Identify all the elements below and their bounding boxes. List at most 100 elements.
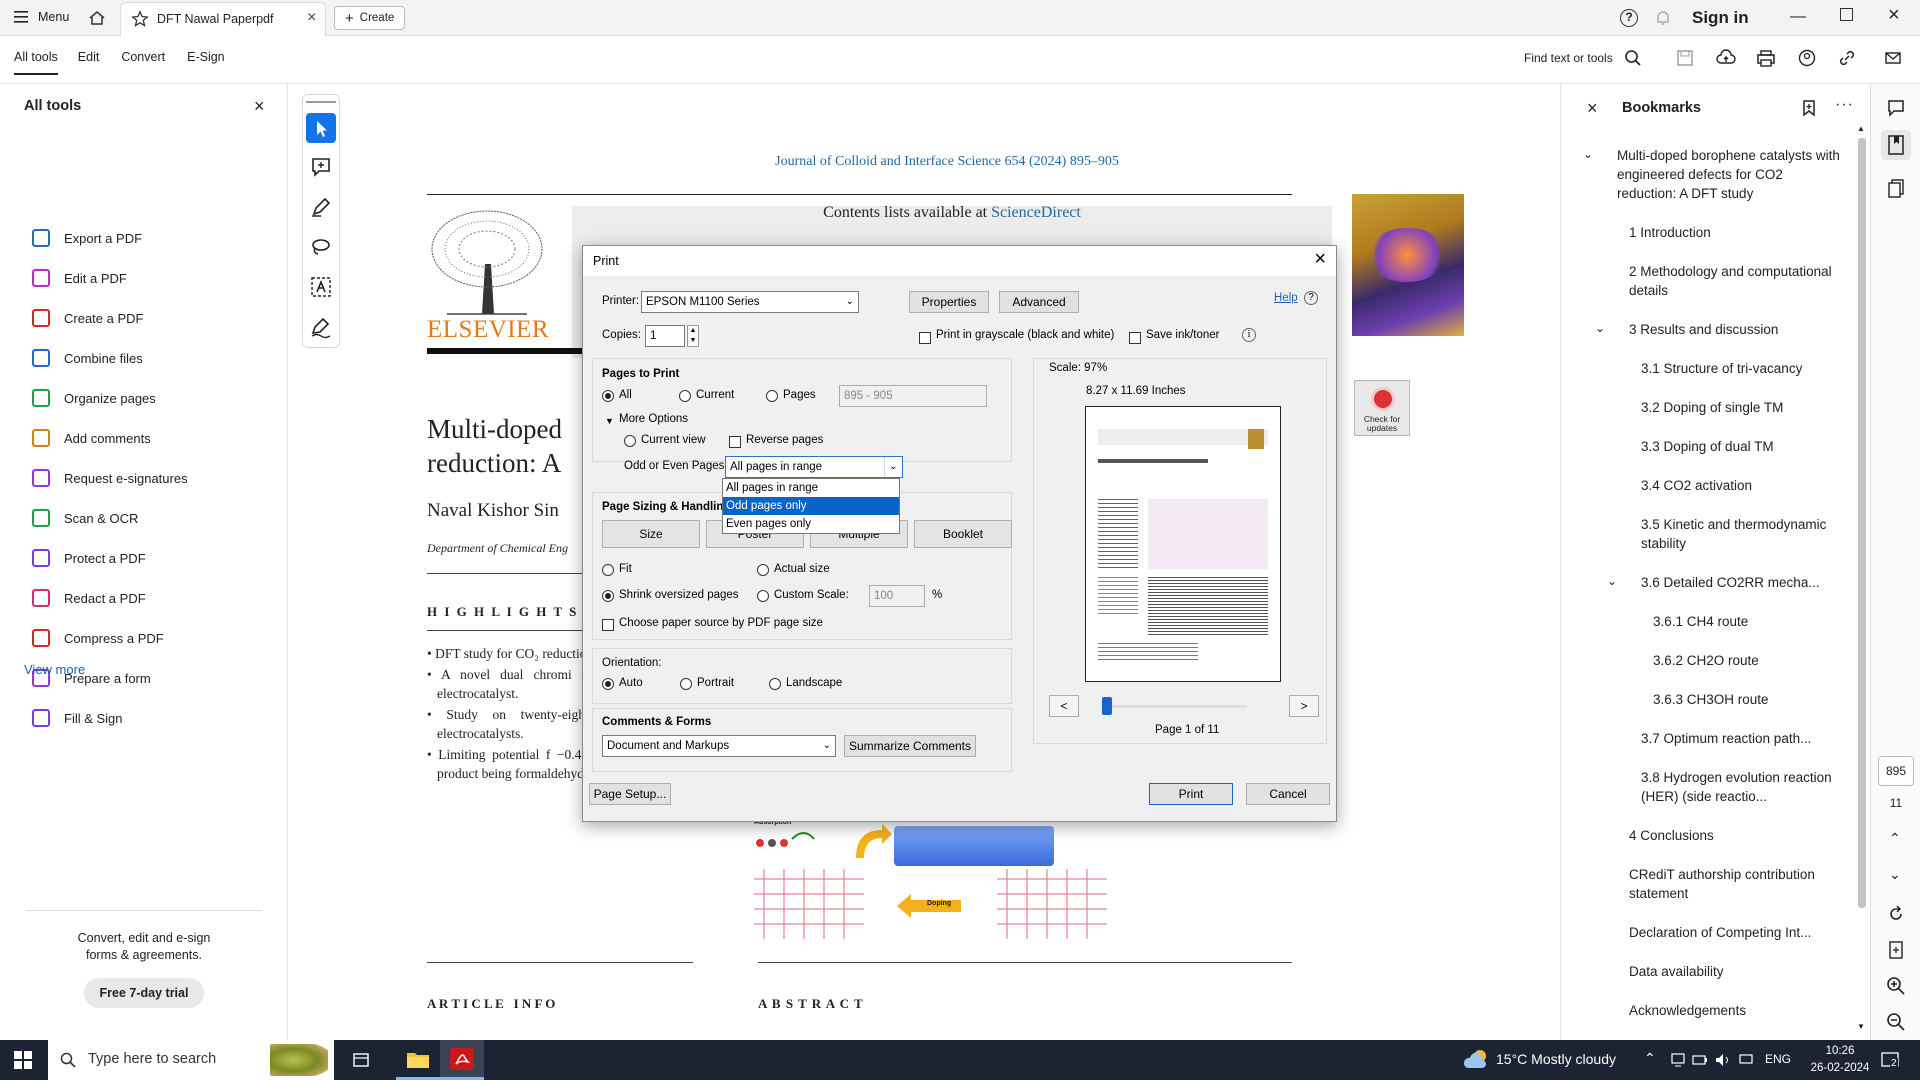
booklet-button[interactable]: Booklet	[914, 520, 1012, 548]
create-button[interactable]: + Create	[334, 6, 406, 30]
text-select-icon[interactable]	[309, 275, 333, 302]
display-icon[interactable]	[1738, 1052, 1754, 1071]
option-all-pages[interactable]: All pages in range	[723, 479, 899, 497]
drag-handle[interactable]	[306, 101, 336, 103]
language-indicator[interactable]: ENG	[1765, 1052, 1791, 1066]
printer-select[interactable]: EPSON M1100 Series ⌄	[641, 291, 859, 313]
bookmark-item[interactable]: 3.8 Hydrogen evolution reaction (HER) (s…	[1641, 768, 1845, 806]
preview-next-button[interactable]: >	[1289, 695, 1319, 717]
close-window-icon[interactable]: ×	[1888, 4, 1900, 27]
upload-cloud-icon[interactable]	[1716, 49, 1736, 70]
menu-edit[interactable]: Edit	[78, 50, 100, 75]
bookmark-item[interactable]: 3.6 Detailed CO2RR mecha...	[1641, 573, 1845, 592]
size-button[interactable]: Size	[602, 520, 700, 548]
tray-chevron-up-icon[interactable]: ⌃	[1644, 1050, 1656, 1067]
tool-item-edit-a-pdf[interactable]: Edit a PDF	[32, 267, 127, 289]
triangle-down-icon[interactable]: ▼	[605, 416, 614, 426]
bookmark-item[interactable]: 4 Conclusions	[1629, 826, 1845, 845]
link-icon[interactable]	[1838, 49, 1856, 70]
help-circle-icon[interactable]: ?	[1304, 291, 1318, 305]
bell-icon[interactable]	[1654, 9, 1672, 30]
bookmark-item[interactable]: Declaration of Competing Int...	[1629, 923, 1845, 942]
bookmark-item[interactable]: Data availability	[1629, 962, 1845, 981]
preview-prev-button[interactable]: <	[1049, 695, 1079, 717]
option-even-pages[interactable]: Even pages only	[723, 515, 899, 533]
extract-page-icon[interactable]	[1886, 940, 1906, 963]
bookmark-item[interactable]: 3.4 CO2 activation	[1641, 476, 1845, 495]
weather-text[interactable]: 15°C Mostly cloudy	[1496, 1051, 1616, 1067]
chevron-up-icon[interactable]: ⌃	[1889, 830, 1901, 847]
reverse-pages-checkbox[interactable]	[729, 434, 741, 448]
actual-size-radio[interactable]	[757, 562, 769, 576]
shrink-radio[interactable]	[602, 588, 614, 602]
volume-icon[interactable]	[1714, 1052, 1732, 1071]
find-label[interactable]: Find text or tools	[1524, 51, 1613, 65]
tool-item-fill-sign[interactable]: Fill & Sign	[32, 707, 123, 729]
lasso-draw-icon[interactable]	[309, 235, 333, 262]
page-slider-track[interactable]	[1103, 705, 1247, 708]
summarize-comments-button[interactable]: Summarize Comments	[844, 735, 976, 757]
bookmark-expand-chevron-icon[interactable]: ⌄	[1595, 319, 1605, 338]
rotate-icon[interactable]	[1886, 904, 1906, 927]
help-icon[interactable]: ?	[1620, 9, 1638, 27]
tool-item-export-a-pdf[interactable]: Export a PDF	[32, 227, 142, 249]
bookmark-item[interactable]: 3 Results and discussion	[1629, 320, 1845, 339]
view-more-link[interactable]: View more	[24, 662, 85, 677]
bookmarks-scrollbar-thumb[interactable]	[1858, 138, 1866, 908]
free-trial-button[interactable]: Free 7-day trial	[84, 978, 204, 1008]
taskbar-search-box[interactable]: Type here to search	[48, 1040, 334, 1080]
bookmark-item[interactable]: 2 Methodology and computational details	[1629, 262, 1845, 300]
acrobat-taskbar-icon[interactable]	[440, 1040, 484, 1080]
notification-icon[interactable]: 2	[1880, 1050, 1900, 1073]
document-tab[interactable]: DFT Nawal Paperpdf ×	[120, 2, 326, 36]
bookmark-item[interactable]: 3.6.3 CH3OH route	[1653, 690, 1845, 709]
cancel-button[interactable]: Cancel	[1246, 783, 1330, 805]
highlight-pen-icon[interactable]	[309, 195, 333, 222]
properties-button[interactable]: Properties	[909, 291, 989, 313]
close-tab-icon[interactable]: ×	[307, 9, 316, 27]
tool-item-redact-a-pdf[interactable]: Redact a PDF	[32, 587, 146, 609]
network-icon[interactable]	[1670, 1052, 1686, 1071]
custom-scale-radio[interactable]	[757, 588, 769, 602]
option-odd-pages[interactable]: Odd pages only	[723, 497, 899, 515]
tool-item-scan-ocr[interactable]: Scan & OCR	[32, 507, 138, 529]
info-icon[interactable]: i	[1242, 328, 1256, 342]
close-bookmarks-icon[interactable]: ×	[1587, 98, 1598, 119]
tool-item-create-a-pdf[interactable]: Create a PDF	[32, 307, 143, 329]
bookmark-item[interactable]: Acknowledgements	[1629, 1001, 1845, 1020]
chevron-down-icon[interactable]: ⌄	[1889, 866, 1901, 883]
bookmark-item[interactable]: 3.6.1 CH4 route	[1653, 612, 1845, 631]
sign-pen-icon[interactable]	[309, 315, 333, 342]
bookmark-expand-chevron-icon[interactable]: ⌄	[1607, 572, 1617, 591]
comments-select[interactable]: Document and Markups ⌄	[602, 735, 836, 757]
all-radio[interactable]	[602, 388, 614, 402]
more-options-label[interactable]: More Options	[619, 413, 688, 425]
current-radio[interactable]	[679, 388, 691, 402]
grayscale-checkbox[interactable]	[919, 330, 931, 344]
comments-icon[interactable]	[1886, 98, 1906, 121]
share-user-icon[interactable]	[1798, 49, 1816, 70]
tool-item-add-comments[interactable]: Add comments	[32, 427, 151, 449]
print-icon[interactable]	[1756, 49, 1776, 70]
bookmark-item[interactable]: 3.7 Optimum reaction path...	[1641, 729, 1845, 748]
bookmark-item[interactable]: 3.6.2 CH2O route	[1653, 651, 1845, 670]
landscape-radio[interactable]	[769, 676, 781, 690]
help-link[interactable]: Help	[1274, 292, 1298, 304]
tool-item-organize-pages[interactable]: Organize pages	[32, 387, 156, 409]
scroll-up-icon[interactable]: ▲	[1857, 124, 1865, 133]
bookmark-item[interactable]: 3.1 Structure of tri-vacancy	[1641, 359, 1845, 378]
add-bookmark-icon[interactable]	[1801, 99, 1817, 120]
page-setup-button[interactable]: Page Setup...	[589, 783, 671, 805]
task-view-icon[interactable]	[352, 1051, 370, 1072]
mail-icon[interactable]	[1884, 49, 1902, 70]
paper-source-checkbox[interactable]	[602, 617, 614, 631]
menu-button[interactable]: Menu	[14, 10, 69, 24]
comment-tool-icon[interactable]	[309, 155, 333, 182]
bookmarks-rail-icon[interactable]	[1881, 130, 1911, 160]
save-ink-checkbox[interactable]	[1129, 330, 1141, 344]
dialog-close-icon[interactable]: ×	[1314, 248, 1326, 271]
select-tool-icon[interactable]	[306, 113, 336, 143]
file-explorer-taskbar-icon[interactable]	[396, 1040, 440, 1080]
advanced-button[interactable]: Advanced	[999, 291, 1079, 313]
save-icon[interactable]	[1676, 49, 1694, 70]
